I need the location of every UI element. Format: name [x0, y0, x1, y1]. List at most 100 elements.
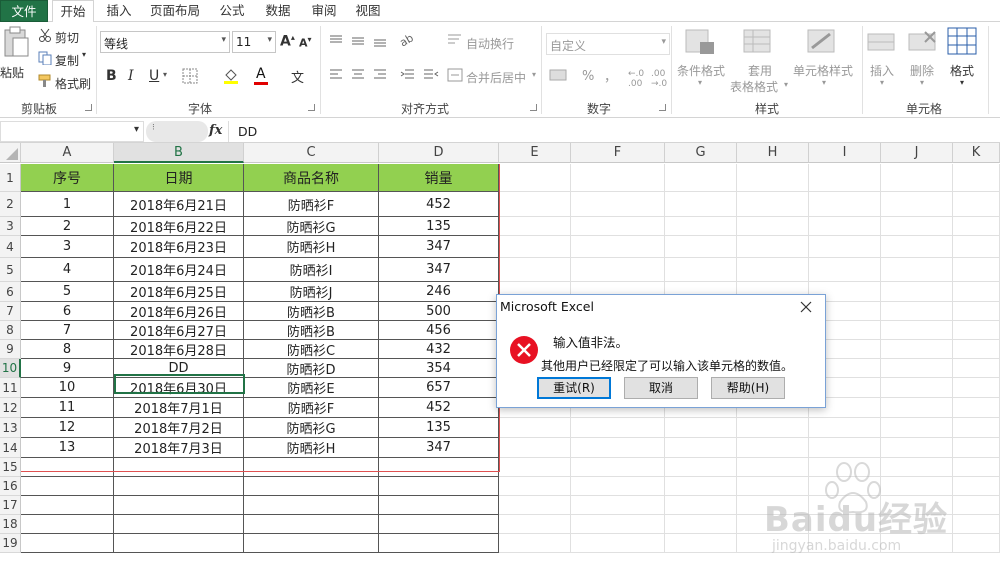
empty-cell[interactable] [114, 534, 244, 553]
empty-cell[interactable] [379, 515, 499, 534]
row-header-4[interactable]: 4 [0, 236, 21, 258]
table-cell[interactable]: 5 [21, 282, 114, 302]
table-cell[interactable]: 6 [21, 302, 114, 321]
retry-button[interactable]: 重试(R) [537, 377, 611, 399]
table-cell[interactable]: 135 [379, 418, 499, 438]
paste-icon[interactable] [2, 26, 30, 60]
empty-cell[interactable] [571, 217, 665, 236]
percent-button[interactable]: % [582, 69, 594, 84]
merge-center-button[interactable]: 合并后居中 [466, 69, 526, 86]
empty-cell[interactable] [571, 438, 665, 458]
empty-cell[interactable] [881, 258, 953, 282]
formula-input[interactable]: DD [228, 121, 1000, 142]
empty-cell[interactable] [114, 458, 244, 477]
row-header-17[interactable]: 17 [0, 496, 21, 515]
font-name-box[interactable]: 等线 ▾ [100, 31, 230, 53]
empty-cell[interactable] [665, 236, 737, 258]
tab-page-layout[interactable]: 页面布局 [144, 0, 206, 22]
table-cell[interactable]: 9 [21, 359, 114, 378]
empty-cell[interactable] [881, 438, 953, 458]
table-cell[interactable]: 354 [379, 359, 499, 378]
wrap-text-button[interactable]: 自动换行 [466, 35, 514, 52]
empty-cell[interactable] [737, 418, 809, 438]
empty-cell[interactable] [953, 164, 1000, 192]
row-header-7[interactable]: 7 [0, 302, 21, 321]
empty-cell[interactable] [953, 477, 1000, 496]
table-cell[interactable]: 1 [21, 192, 114, 217]
empty-cell[interactable] [665, 515, 737, 534]
empty-cell[interactable] [244, 496, 379, 515]
bold-button[interactable]: B [106, 68, 117, 84]
empty-cell[interactable] [21, 496, 114, 515]
insert-function-button[interactable]: fx [209, 123, 222, 138]
row-header-1[interactable]: 1 [0, 164, 21, 192]
empty-cell[interactable] [379, 534, 499, 553]
delete-cells-button[interactable]: 删除 [910, 62, 934, 79]
empty-cell[interactable] [737, 192, 809, 217]
empty-cell[interactable] [21, 477, 114, 496]
table-cell[interactable]: 2018年7月2日 [114, 418, 244, 438]
row-header-6[interactable]: 6 [0, 282, 21, 302]
empty-cell[interactable] [499, 236, 571, 258]
table-cell[interactable]: 防晒衫B [244, 302, 379, 321]
table-cell[interactable]: 7 [21, 321, 114, 340]
table-header-cell[interactable]: 序号 [21, 164, 114, 192]
table-cell[interactable]: 500 [379, 302, 499, 321]
empty-cell[interactable] [881, 302, 953, 321]
empty-cell[interactable] [114, 515, 244, 534]
insert-cells-button[interactable]: 插入 [870, 62, 894, 79]
table-cell[interactable]: 246 [379, 282, 499, 302]
empty-cell[interactable] [881, 282, 953, 302]
empty-cell[interactable] [499, 438, 571, 458]
increase-decimal-icon[interactable]: ←.0.00 [628, 69, 644, 89]
empty-cell[interactable] [953, 398, 1000, 418]
select-all-corner[interactable] [0, 143, 21, 163]
name-box[interactable]: ▾ [0, 121, 144, 142]
empty-cell[interactable] [737, 258, 809, 282]
close-icon[interactable] [800, 301, 812, 313]
empty-cell[interactable] [953, 359, 1000, 378]
empty-cell[interactable] [881, 378, 953, 398]
empty-cell[interactable] [953, 340, 1000, 359]
number-launcher[interactable] [659, 104, 666, 111]
grow-font-icon[interactable]: A▴ [280, 33, 295, 50]
empty-cell[interactable] [737, 236, 809, 258]
empty-cell[interactable] [665, 258, 737, 282]
shrink-font-icon[interactable]: A▾ [299, 35, 312, 50]
table-cell[interactable]: 13 [21, 438, 114, 458]
tab-review[interactable]: 审阅 [304, 0, 344, 22]
empty-cell[interactable] [244, 477, 379, 496]
cell-styles-button[interactable]: 单元格样式 [793, 62, 853, 79]
empty-cell[interactable] [665, 534, 737, 553]
table-cell[interactable]: 防晒衫C [244, 340, 379, 359]
empty-cell[interactable] [665, 458, 737, 477]
empty-cell[interactable] [244, 458, 379, 477]
empty-cell[interactable] [881, 359, 953, 378]
column-header-c[interactable]: C [244, 143, 379, 163]
empty-cell[interactable] [881, 236, 953, 258]
empty-cell[interactable] [665, 164, 737, 192]
column-header-d[interactable]: D [379, 143, 499, 163]
row-header-12[interactable]: 12 [0, 398, 21, 418]
table-cell[interactable]: 2018年7月1日 [114, 398, 244, 418]
empty-cell[interactable] [499, 258, 571, 282]
empty-cell[interactable] [953, 236, 1000, 258]
format-painter-button[interactable]: 格式刷 [55, 75, 91, 92]
empty-cell[interactable] [881, 340, 953, 359]
font-size-box[interactable]: 11 ▾ [232, 31, 276, 53]
phonetic-button[interactable]: 文 [291, 67, 304, 86]
currency-icon[interactable] [549, 68, 569, 82]
table-cell[interactable]: 防晒衫B [244, 321, 379, 340]
paste-button[interactable]: 粘贴 [0, 64, 24, 81]
table-format-button[interactable]: 套用 [748, 62, 772, 79]
table-cell[interactable]: 2018年6月27日 [114, 321, 244, 340]
table-cell[interactable]: 456 [379, 321, 499, 340]
table-cell[interactable]: 2018年7月3日 [114, 438, 244, 458]
empty-cell[interactable] [953, 302, 1000, 321]
empty-cell[interactable] [21, 534, 114, 553]
empty-cell[interactable] [809, 236, 881, 258]
table-cell[interactable]: 347 [379, 236, 499, 258]
italic-button[interactable]: I [128, 68, 134, 84]
table-cell[interactable]: 12 [21, 418, 114, 438]
empty-cell[interactable] [881, 398, 953, 418]
